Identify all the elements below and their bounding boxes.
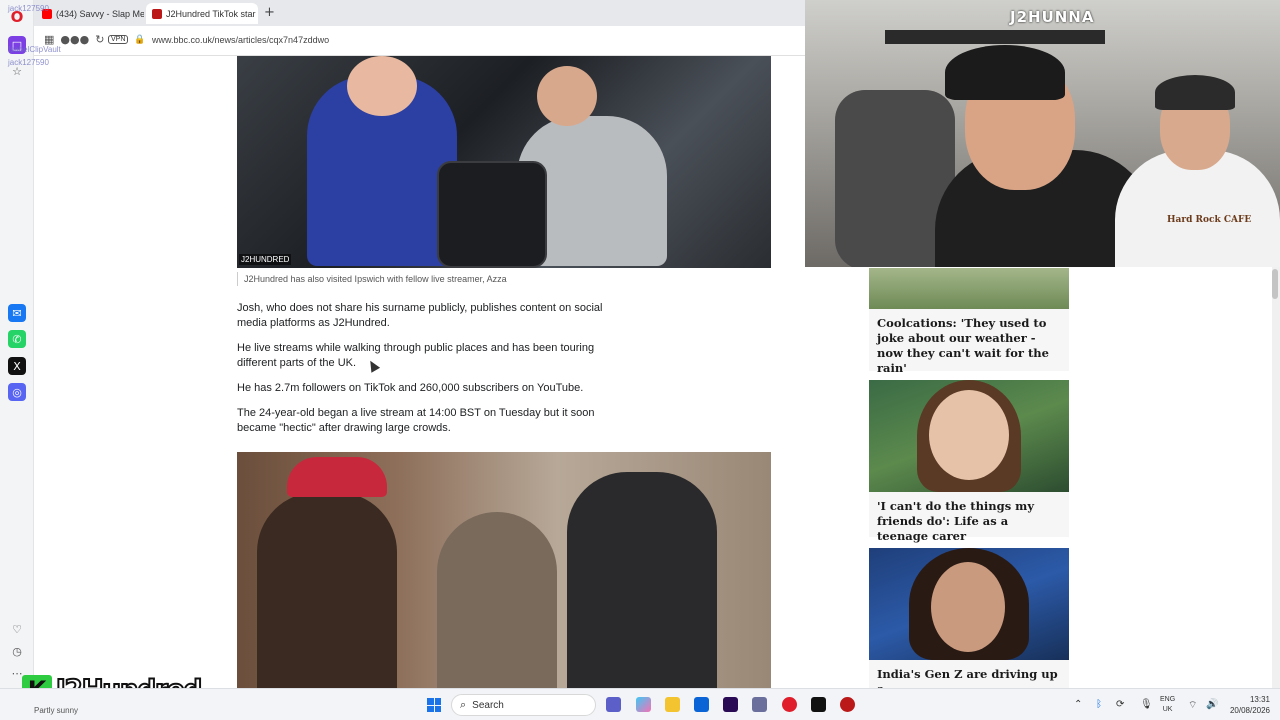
story-headline[interactable]: Coolcations: 'They used to joke about ou…	[877, 316, 1061, 376]
messenger-icon[interactable]: ✉	[8, 304, 26, 322]
chat-username: IsabelClipVault	[8, 45, 61, 54]
clock-time: 13:31	[1249, 695, 1270, 704]
address-bar: ▦ ●●● ↻ VPN 🔒 www.bbc.co.uk/news/article…	[34, 26, 805, 56]
avatars-icon[interactable]: ●●●	[60, 33, 89, 46]
cap-shape	[1155, 75, 1235, 110]
opera-icon[interactable]	[782, 697, 797, 712]
app-icon[interactable]	[752, 697, 767, 712]
lock-icon[interactable]: 🔒	[134, 34, 145, 45]
story-image[interactable]	[869, 380, 1069, 492]
person-shape	[257, 492, 397, 688]
shelf-shape	[885, 30, 1105, 44]
vpn-badge[interactable]: VPN	[108, 35, 129, 44]
x-icon[interactable]: X	[8, 357, 26, 375]
outlook-icon[interactable]	[694, 697, 709, 712]
image-credit: J2HUNDRED	[239, 254, 292, 265]
tab-label: J2Hundred TikTok star hel	[166, 8, 258, 19]
person-head-shape	[537, 66, 597, 126]
region-code: UK	[1162, 706, 1173, 713]
history-icon[interactable]: ◷	[8, 642, 26, 660]
premiere-icon[interactable]	[723, 697, 738, 712]
story-headline[interactable]: 'I can't do the things my friends do': L…	[877, 499, 1061, 544]
opera-sidebar: O □ ☆ ✉ ✆ X ◎ ♡ ◷ ⋯	[0, 0, 34, 688]
clock-date: 20/08/2026	[1229, 706, 1270, 715]
car-console-shape	[437, 161, 547, 268]
bbc-icon	[152, 8, 162, 19]
article-hero-image: J2HUNDRED	[237, 56, 771, 268]
story-card[interactable]: India's Gen Z are driving up a	[869, 660, 1069, 688]
url-field[interactable]: www.bbc.co.uk/news/articles/cqx7n47zddwo	[152, 35, 329, 45]
new-tab-button[interactable]: +	[264, 5, 275, 20]
story-card[interactable]: 'I can't do the things my friends do': L…	[869, 492, 1069, 543]
taskbar-search[interactable]: ⌕ Search	[451, 694, 596, 716]
face-shape	[931, 562, 1005, 652]
article-paragraph: He live streams while walking through pu…	[237, 342, 595, 369]
neon-sign: J2HUNNA	[1010, 8, 1095, 26]
cap-shape	[945, 45, 1065, 100]
story-image[interactable]	[869, 548, 1069, 660]
image-caption: J2Hundred has also visited Ipswich with …	[237, 272, 507, 286]
face-shape	[929, 390, 1009, 480]
screen: O □ ☆ ✉ ✆ X ◎ ♡ ◷ ⋯ (434) Savvy - Slap M…	[0, 0, 1280, 720]
article-paragraph: He has 2.7m followers on TikTok and 260,…	[237, 382, 584, 394]
heart-icon[interactable]: ♡	[8, 620, 26, 638]
bluetooth-icon[interactable]: ᛒ	[1096, 699, 1102, 710]
article-paragraph: The 24-year-old began a live stream at 1…	[237, 407, 595, 434]
person-shape	[437, 512, 557, 688]
microphone-icon[interactable]: 🎙	[1140, 699, 1153, 710]
tab-strip: (434) Savvy - Slap Me Ag J2Hundred TikTo…	[34, 0, 805, 26]
language-code: ENG	[1160, 696, 1176, 703]
person-head-shape	[347, 56, 417, 116]
webcam-overlay: J2HUNNA Hard Rock CAFE	[805, 0, 1280, 267]
tab-label: (434) Savvy - Slap Me Ag	[56, 8, 144, 19]
chat-username: jack127590	[8, 58, 49, 67]
capcut-icon[interactable]	[811, 697, 826, 712]
scrollbar-thumb[interactable]	[1272, 269, 1278, 299]
discord-icon[interactable]: ◎	[8, 383, 26, 401]
system-clock[interactable]: 13:31 20/08/2026	[1226, 694, 1270, 716]
reload-icon[interactable]: ↻	[95, 33, 104, 46]
file-explorer-icon[interactable]	[665, 697, 680, 712]
search-icon: ⌕	[460, 698, 467, 711]
story-image[interactable]	[869, 268, 1069, 309]
chevron-up-icon[interactable]: ⌃	[1074, 699, 1082, 710]
volume-icon[interactable]: 🔊	[1206, 699, 1218, 710]
whatsapp-icon[interactable]: ✆	[8, 330, 26, 348]
search-placeholder: Search	[472, 699, 504, 711]
teams-icon[interactable]	[606, 697, 621, 712]
copilot-icon[interactable]	[636, 697, 651, 712]
page-scrollbar[interactable]	[1272, 267, 1280, 688]
story-headline[interactable]: India's Gen Z are driving up a	[877, 667, 1061, 688]
opera-gx-icon[interactable]	[840, 697, 855, 712]
article-second-image	[237, 452, 771, 688]
refresh-tray-icon[interactable]: ⟳	[1116, 699, 1124, 710]
language-indicator[interactable]: ENG UK	[1160, 695, 1175, 715]
shirt-logo: Hard Rock CAFE	[1167, 215, 1252, 225]
tab-youtube[interactable]: (434) Savvy - Slap Me Ag	[36, 3, 144, 24]
hat-shape	[287, 457, 387, 497]
windows-start-icon[interactable]	[427, 698, 441, 712]
article-paragraph: Josh, who does not share his surname pub…	[237, 302, 603, 329]
story-card[interactable]: Coolcations: 'They used to joke about ou…	[869, 309, 1069, 375]
person-shape	[567, 472, 717, 688]
tab-bbc[interactable]: J2Hundred TikTok star hel	[146, 3, 258, 24]
weather-widget[interactable]: Partly sunny	[34, 706, 78, 715]
wifi-icon[interactable]: ⌔	[1188, 699, 1197, 712]
chat-username: jack127590	[8, 4, 49, 13]
windows-taskbar: Partly sunny ⌕ Search ⌃ ᛒ ⟳ 🎙 ENG UK ⌔ 🔊…	[0, 688, 1280, 720]
